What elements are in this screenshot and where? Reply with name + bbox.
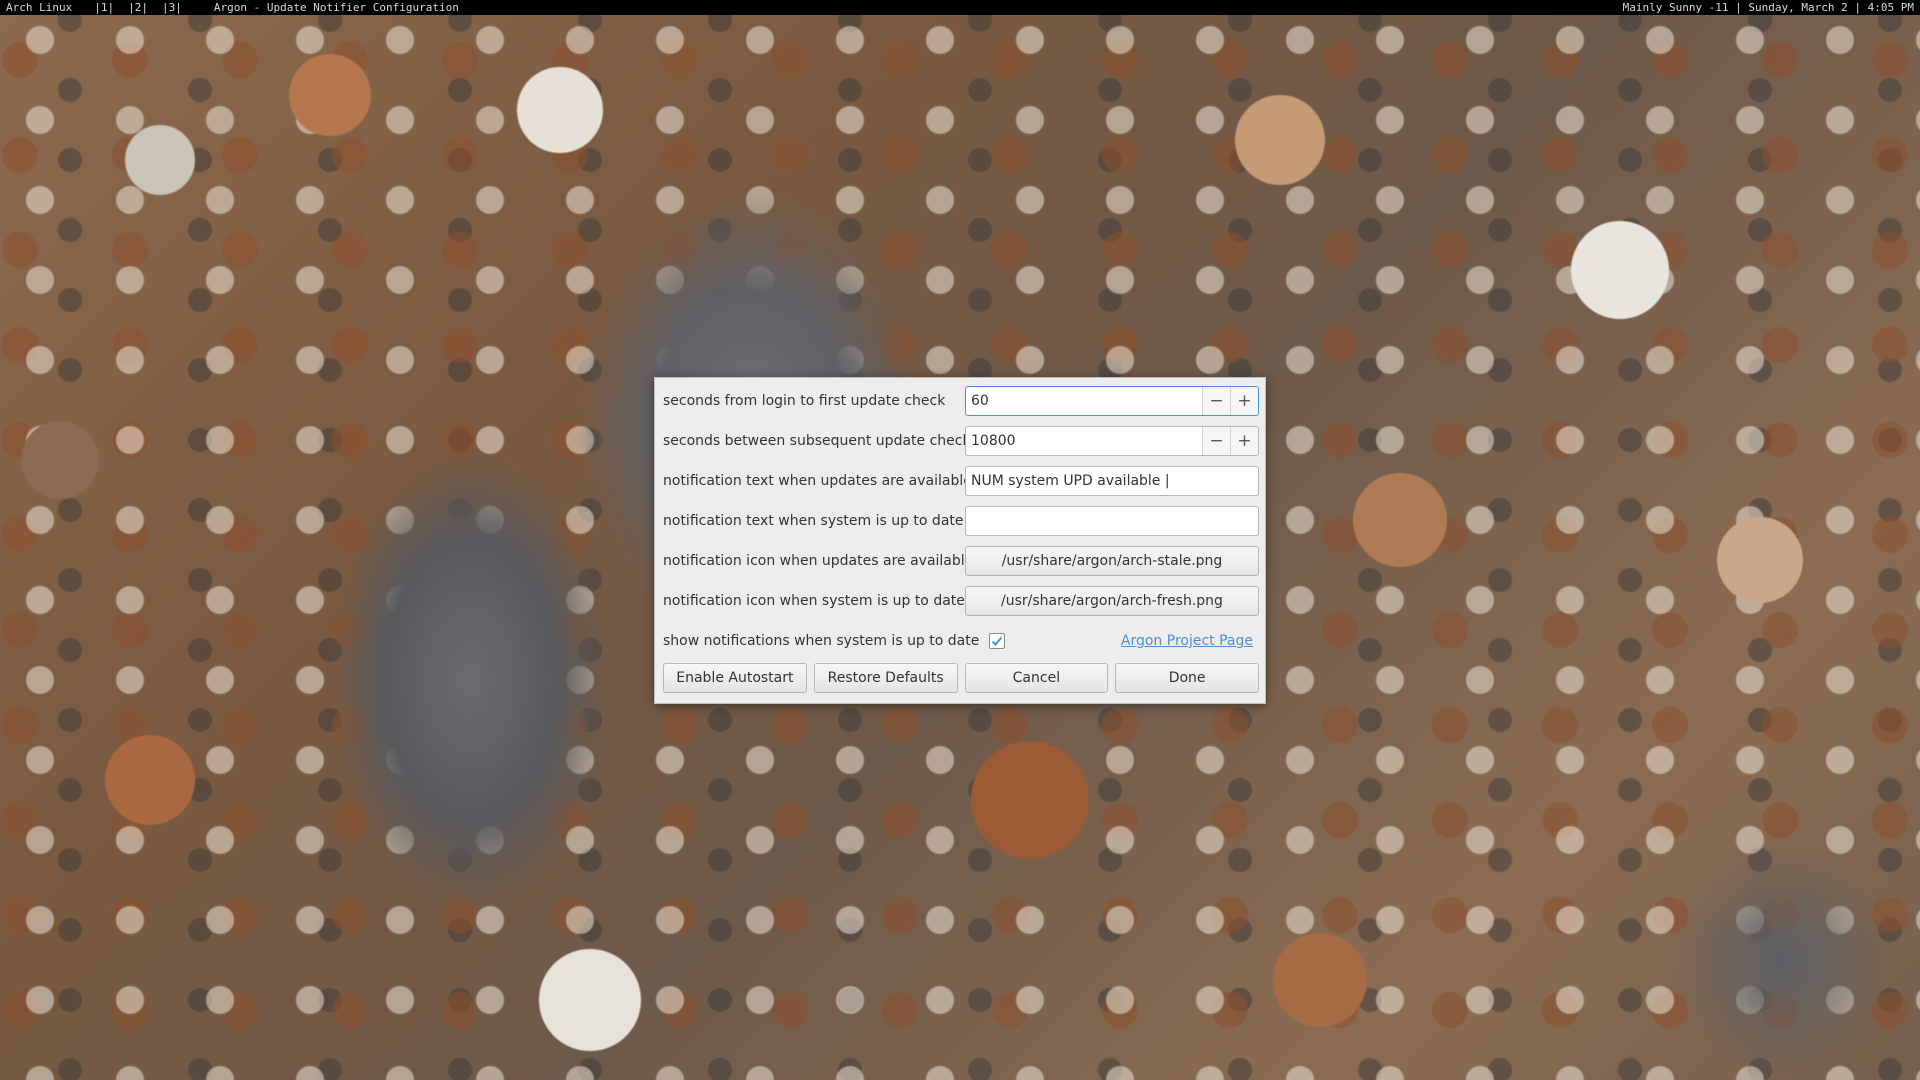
interval-input[interactable]: 10800 [966,427,1202,455]
status-text: Mainly Sunny -11 | Sunday, March 2 | 4:0… [1622,1,1914,14]
action-buttons: Enable Autostart Restore Defaults Cancel… [663,663,1259,693]
interval-label: seconds between subsequent update checks [663,433,978,449]
first-check-row: seconds from login to first update check… [663,386,1259,416]
interval-row: seconds between subsequent update checks… [663,426,1259,456]
checkmark-icon [992,636,1003,646]
interval-decrement-button[interactable]: − [1202,427,1230,455]
text-updates-label: notification text when updates are avail… [663,473,972,489]
distro-label: Arch Linux [6,1,73,14]
first-check-input[interactable]: 60 [966,387,1202,415]
text-updates-input[interactable]: NUM system UPD available | [965,466,1259,496]
show-uptodate-checkbox[interactable] [989,633,1006,649]
text-uptodate-input[interactable] [965,506,1259,536]
icon-uptodate-label: notification icon when system is up to d… [663,593,965,609]
icon-updates-file-button[interactable]: /usr/share/argon/arch-stale.png [965,546,1259,576]
icon-uptodate-file-button[interactable]: /usr/share/argon/arch-fresh.png [965,586,1259,616]
first-check-decrement-button[interactable]: − [1202,387,1230,415]
show-uptodate-row: show notifications when system is up to … [663,626,1259,656]
interval-spinbutton[interactable]: 10800 − + [965,426,1259,456]
workspace-1[interactable]: |1| [94,0,114,15]
config-dialog: seconds from login to first update check… [654,377,1266,704]
show-uptodate-label: show notifications when system is up to … [663,633,980,649]
project-page-link[interactable]: Argon Project Page [1121,633,1253,649]
icon-updates-label: notification icon when updates are avail… [663,553,974,569]
icon-uptodate-row: notification icon when system is up to d… [663,586,1259,616]
workspace-3[interactable]: |3| [162,0,182,15]
enable-autostart-button[interactable]: Enable Autostart [663,663,807,693]
workspace-2[interactable]: |2| [128,0,148,15]
restore-defaults-button[interactable]: Restore Defaults [813,663,958,693]
text-updates-row: notification text when updates are avail… [663,466,1259,496]
text-uptodate-label: notification text when system is up to d… [663,513,964,529]
first-check-label: seconds from login to first update check [663,393,946,409]
interval-increment-button[interactable]: + [1230,427,1258,455]
first-check-spinbutton[interactable]: 60 − + [965,386,1259,416]
first-check-increment-button[interactable]: + [1230,387,1258,415]
topbar-left: Arch Linux |1| |2| |3| Argon - Update No… [6,0,481,15]
done-button[interactable]: Done [1115,663,1259,693]
active-window-title: Argon - Update Notifier Configuration [213,1,459,14]
icon-updates-row: notification icon when updates are avail… [663,546,1259,576]
cancel-button[interactable]: Cancel [964,663,1109,693]
top-status-bar: Arch Linux |1| |2| |3| Argon - Update No… [0,0,1920,15]
text-uptodate-row: notification text when system is up to d… [663,506,1259,536]
